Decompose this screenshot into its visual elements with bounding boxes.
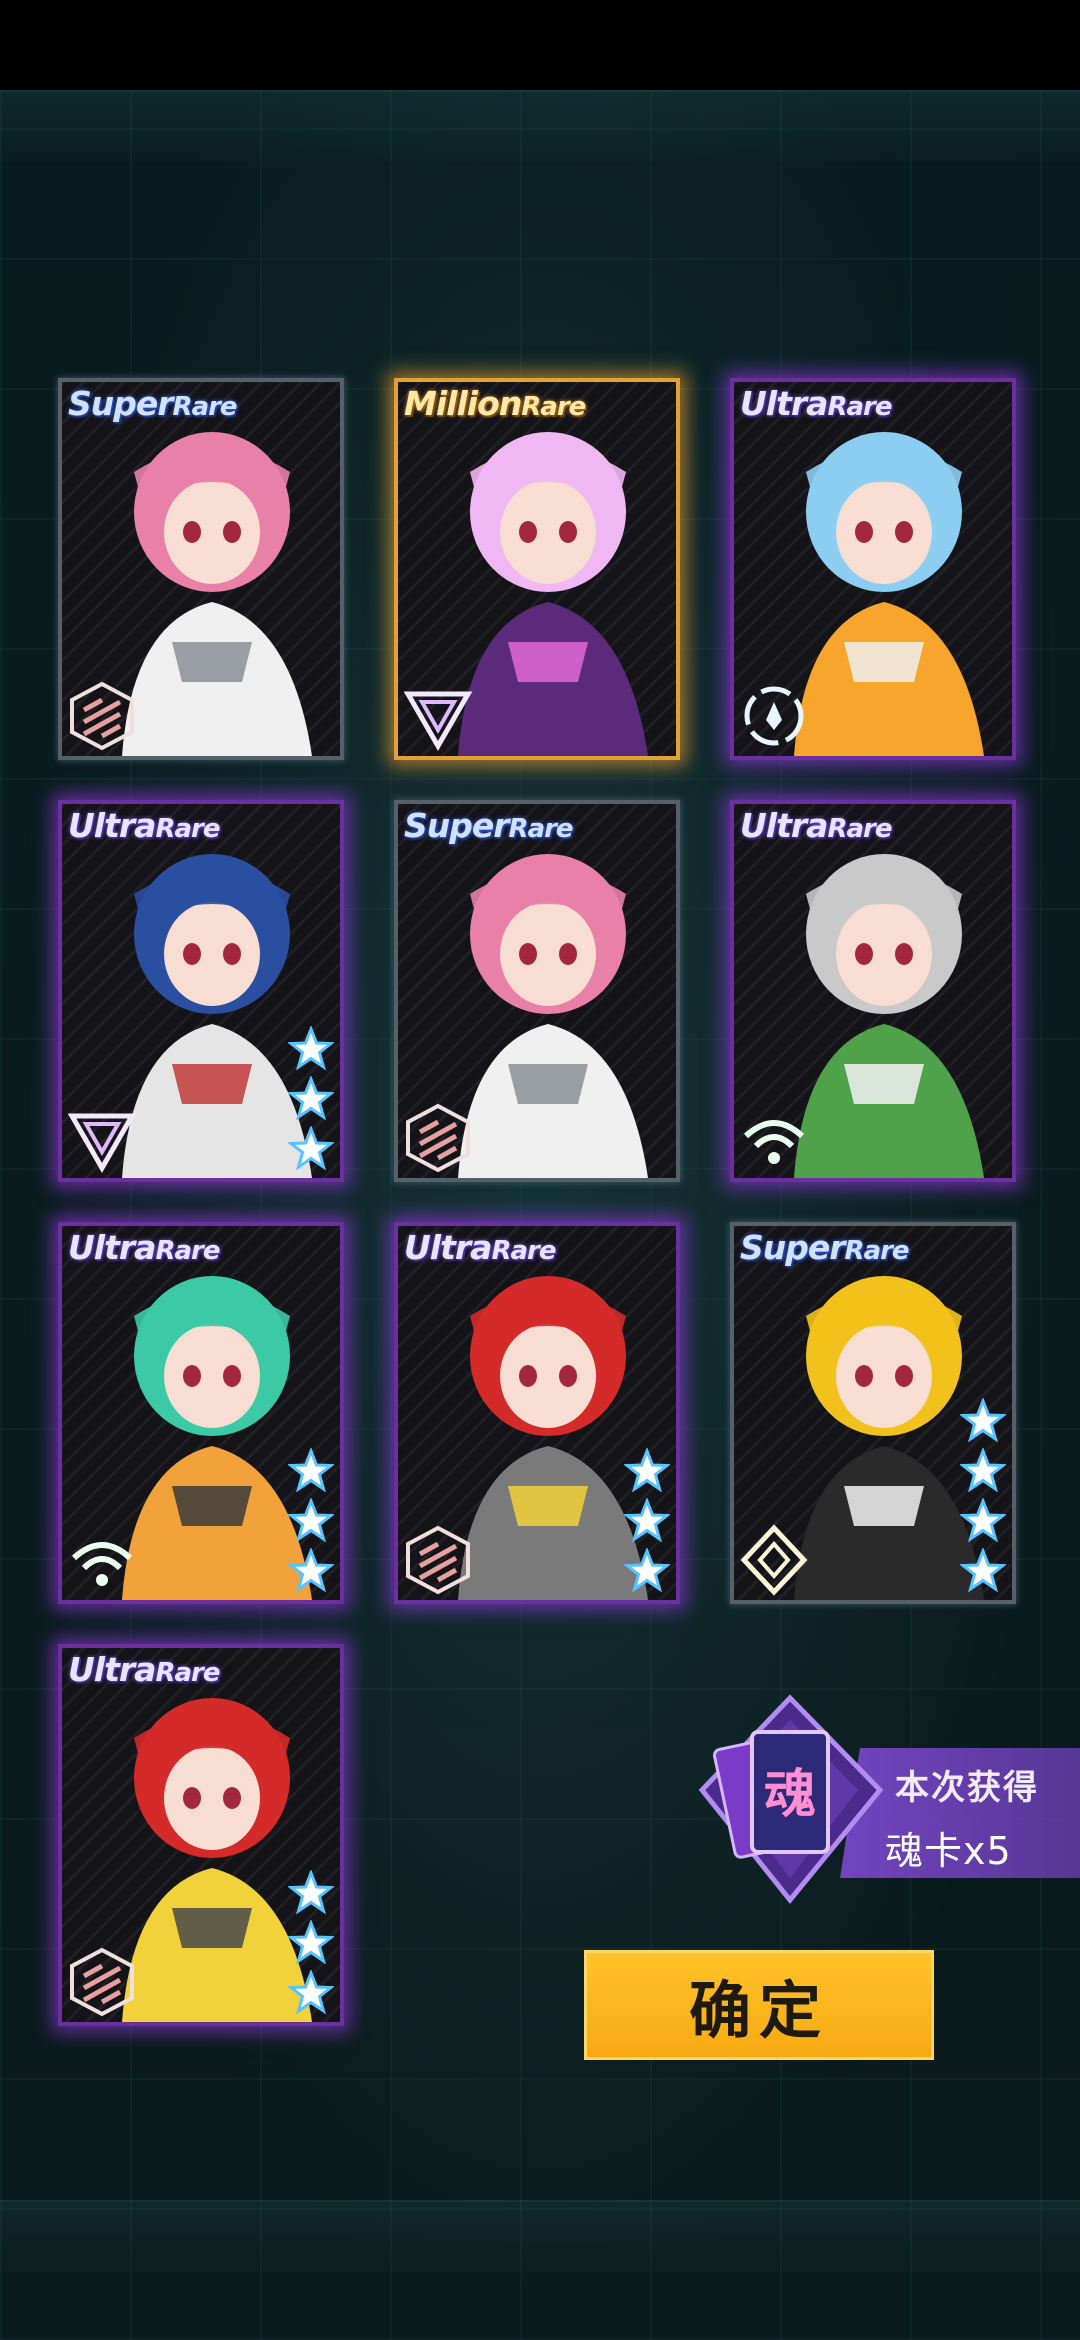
star-icon	[624, 1548, 670, 1593]
reward-amount: 魂卡x5	[885, 1829, 1012, 1873]
star-icon	[288, 1076, 334, 1121]
hex-stripe-icon	[406, 1103, 470, 1173]
rarity-sub: Rare	[491, 1236, 556, 1266]
rarity-label: SuperRare	[68, 384, 238, 423]
character-card[interactable]: SuperRare	[730, 1222, 1016, 1604]
hex-stripe-icon	[70, 681, 134, 751]
rarity-label: SuperRare	[404, 806, 574, 845]
rarity-label: UltraRare	[404, 1228, 556, 1267]
hex-stripe-icon	[70, 1947, 134, 2017]
rarity-main: Ultra	[68, 1228, 156, 1267]
star-icon	[288, 1970, 334, 2015]
star-icon	[288, 1548, 334, 1593]
character-card[interactable]: MillionRare	[394, 378, 680, 760]
hex-stripe-icon	[406, 1525, 470, 1595]
soul-card-icon: 魂	[698, 1694, 884, 1904]
rarity-main: Super	[68, 384, 174, 423]
rarity-sub: Rare	[155, 814, 220, 844]
rarity-sub: Rare	[172, 392, 238, 422]
top-band	[0, 90, 1080, 162]
rarity-main: Super	[404, 806, 510, 845]
character-card[interactable]: UltraRare	[394, 1222, 680, 1604]
rarity-main: Ultra	[404, 1228, 492, 1267]
star-icon	[288, 1126, 334, 1171]
star-icon	[960, 1548, 1006, 1593]
rarity-label: SuperRare	[740, 1228, 910, 1267]
rarity-sub: Rare	[844, 1236, 910, 1266]
soul-card-glyph: 魂	[764, 1765, 816, 1825]
rarity-label: UltraRare	[68, 1650, 220, 1689]
star-rating	[624, 1444, 670, 1594]
star-rating	[288, 1022, 334, 1172]
reward-panel: 魂 本次获得 魂卡x5	[690, 1690, 1080, 1910]
character-card[interactable]: UltraRare	[58, 1644, 344, 2026]
wifi-icon	[743, 1120, 805, 1164]
rarity-label: UltraRare	[740, 806, 892, 845]
rarity-main: Million	[404, 384, 522, 423]
star-icon	[288, 1920, 334, 1965]
star-icon	[288, 1026, 334, 1071]
diamond-icon	[740, 1524, 808, 1596]
star-icon	[960, 1448, 1006, 1493]
triangle-icon	[403, 691, 473, 752]
reward-title: 本次获得	[895, 1768, 1039, 1808]
character-card[interactable]: UltraRare	[730, 378, 1016, 760]
ring-icon	[744, 686, 804, 746]
rarity-main: Ultra	[68, 806, 156, 845]
bottom-band	[0, 2200, 1080, 2272]
rarity-label: UltraRare	[68, 806, 220, 845]
star-icon	[288, 1498, 334, 1543]
star-rating	[288, 1866, 334, 2016]
character-card[interactable]: SuperRare	[394, 800, 680, 1182]
star-icon	[288, 1870, 334, 1915]
rarity-sub: Rare	[827, 392, 892, 422]
rarity-main: Ultra	[68, 1650, 156, 1689]
rarity-sub: Rare	[521, 392, 586, 422]
rarity-label: UltraRare	[68, 1228, 220, 1267]
character-card[interactable]: UltraRare	[58, 800, 344, 1182]
star-icon	[624, 1448, 670, 1493]
star-icon	[624, 1498, 670, 1543]
star-rating	[960, 1394, 1006, 1594]
star-rating	[288, 1444, 334, 1594]
rarity-sub: Rare	[827, 814, 892, 844]
triangle-icon	[67, 1113, 137, 1174]
character-card[interactable]: UltraRare	[730, 800, 1016, 1182]
character-card[interactable]: SuperRare	[58, 378, 344, 760]
rarity-main: Super	[740, 1228, 846, 1267]
star-icon	[960, 1398, 1006, 1443]
rarity-label: UltraRare	[740, 384, 892, 423]
status-bar-area	[0, 0, 1080, 90]
rarity-sub: Rare	[508, 814, 574, 844]
star-icon	[960, 1498, 1006, 1543]
rarity-label: MillionRare	[404, 384, 586, 423]
rarity-main: Ultra	[740, 806, 828, 845]
rarity-sub: Rare	[155, 1236, 220, 1266]
star-icon	[288, 1448, 334, 1493]
rarity-main: Ultra	[740, 384, 828, 423]
character-card[interactable]: UltraRare	[58, 1222, 344, 1604]
rarity-sub: Rare	[155, 1658, 220, 1688]
wifi-icon	[71, 1542, 133, 1586]
confirm-button[interactable]: 确定	[584, 1950, 934, 2060]
